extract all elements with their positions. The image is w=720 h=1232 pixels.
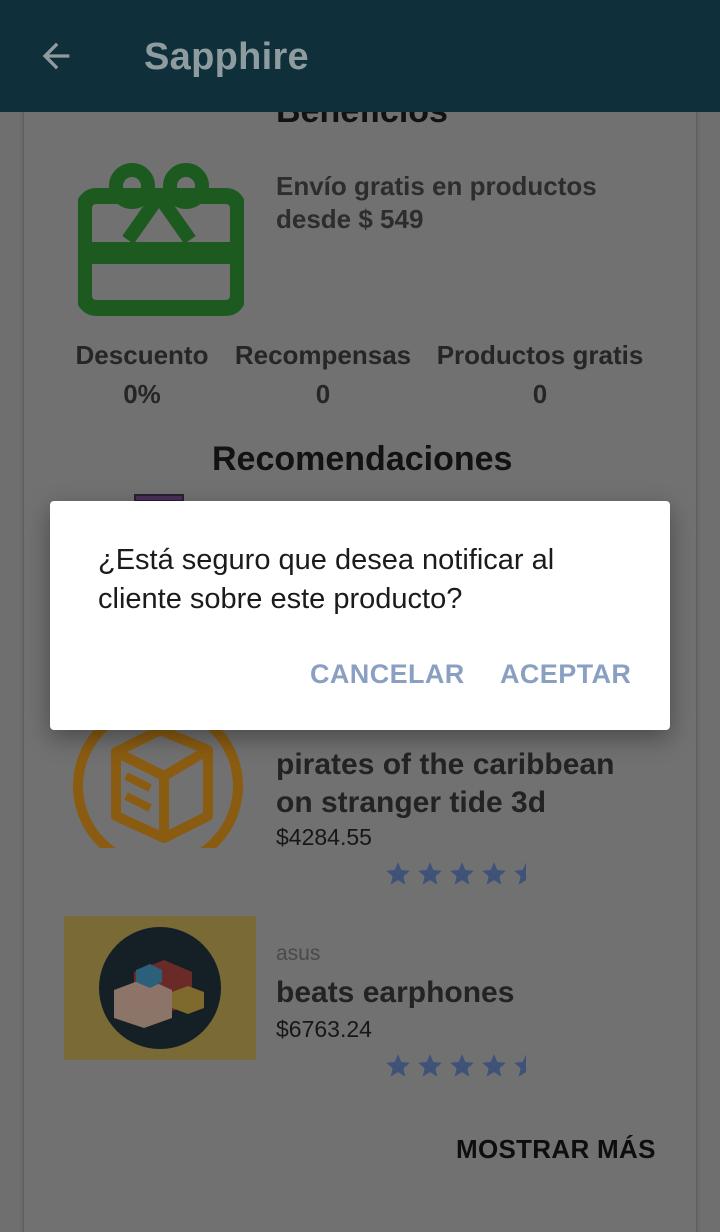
gift-card-icon <box>78 163 244 316</box>
accept-button[interactable]: ACEPTAR <box>500 659 631 690</box>
product-price: $6763.24 <box>276 1016 372 1042</box>
star-icon <box>450 1054 474 1077</box>
star-icon <box>418 862 442 885</box>
cubes-icon <box>64 916 256 1060</box>
star-icon <box>386 1054 410 1077</box>
star-icon <box>450 862 474 885</box>
stat-label: Recompensas <box>234 340 412 370</box>
stat-discount: Descuento 0% <box>74 340 210 410</box>
confirm-dialog: ¿Está seguro que desea notificar al clie… <box>50 501 670 730</box>
recommendations-title: Recomendaciones <box>212 440 513 478</box>
star-icon <box>482 1054 506 1077</box>
stat-label: Descuento <box>75 340 209 370</box>
stat-free-products: Productos gratis 0 <box>434 340 646 410</box>
stat-rewards: Recompensas 0 <box>232 340 414 410</box>
product-name: beats earphones <box>276 976 515 1009</box>
rating-stars <box>384 1052 540 1080</box>
stat-value: 0 <box>315 379 331 409</box>
star-icon <box>418 1054 442 1077</box>
stat-value: 0% <box>123 379 161 409</box>
star-icon <box>482 862 506 885</box>
product-brand: asus <box>276 942 321 965</box>
star-icon <box>386 862 410 885</box>
stat-value: 0 <box>532 379 548 409</box>
rating-stars <box>384 860 540 888</box>
arrow-left-icon[interactable] <box>36 36 76 76</box>
dialog-message: ¿Está seguro que desea notificar al clie… <box>98 544 555 615</box>
stat-label: Productos gratis <box>436 340 644 370</box>
benefit-description: Envío gratis en productos desde $ 549 <box>276 171 597 234</box>
cancel-button[interactable]: CANCELAR <box>310 659 465 690</box>
show-more-button[interactable]: MOSTRAR MÁS <box>456 1134 656 1165</box>
product-card[interactable]: asus beats earphones $6763.24 <box>64 916 664 1077</box>
product-price: $4284.55 <box>276 824 372 850</box>
star-icon <box>514 862 526 885</box>
product-name: pirates of the caribbean on stranger tid… <box>276 748 615 819</box>
app-title: Sapphire <box>144 36 309 78</box>
star-icon <box>514 1054 526 1077</box>
app-bar: Sapphire <box>0 0 720 112</box>
